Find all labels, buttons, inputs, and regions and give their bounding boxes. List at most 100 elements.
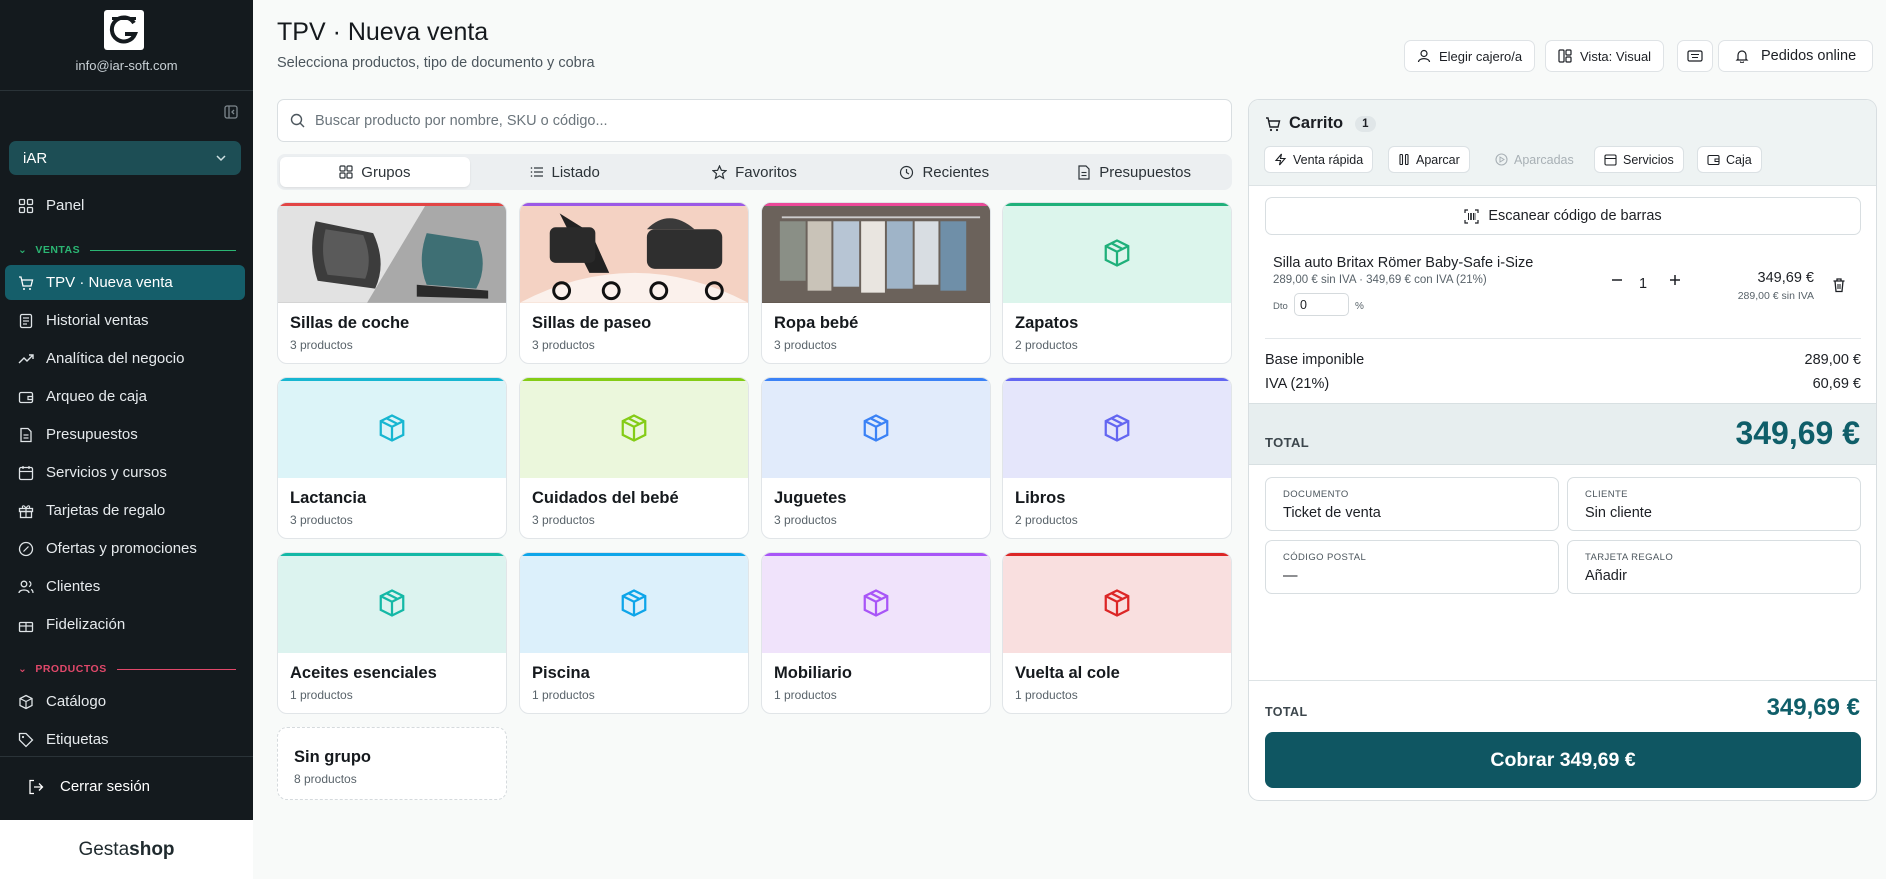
tab-favoritos[interactable]: Favoritos: [660, 157, 850, 187]
category-card-sin-grupo[interactable]: Sin grupo 8 productos: [277, 727, 507, 800]
category-photo: [762, 203, 990, 303]
category-count: 1 productos: [532, 688, 595, 702]
category-card-vuelta-cole[interactable]: Vuelta al cole 1 productos: [1002, 552, 1232, 714]
page-title: TPV · Nueva venta: [277, 18, 489, 46]
nav-servicios[interactable]: Servicios y cursos: [5, 455, 245, 490]
category-card-piscina[interactable]: Piscina 1 productos: [519, 552, 749, 714]
pause-icon: [1399, 153, 1409, 166]
category-card-juguetes[interactable]: Juguetes 3 productos: [761, 377, 991, 539]
category-name: Aceites esenciales: [290, 664, 437, 682]
tab-recientes[interactable]: Recientes: [849, 157, 1039, 187]
category-card-sillas-coche[interactable]: Sillas de coche 3 productos: [277, 202, 507, 364]
services-button[interactable]: Servicios: [1594, 146, 1684, 173]
tax-row: IVA (21%) 60,69 €: [1265, 376, 1861, 392]
nav-analitica[interactable]: Analítica del negocio: [5, 341, 245, 376]
nav-clientes[interactable]: Clientes: [5, 569, 245, 604]
scan-barcode-button[interactable]: Escanear código de barras: [1265, 197, 1861, 235]
receipt-icon: [19, 313, 33, 328]
category-name: Libros: [1015, 489, 1066, 507]
view-mode-button[interactable]: Vista: Visual: [1545, 40, 1665, 72]
subtotal-value: 289,00 €: [1804, 352, 1861, 368]
button-label: Escanear código de barras: [1488, 208, 1662, 224]
tab-label: Presupuestos: [1099, 163, 1191, 181]
package-icon: [621, 589, 647, 617]
keyboard-button[interactable]: [1677, 40, 1713, 72]
page-subtitle: Selecciona productos, tipo de documento …: [277, 55, 595, 71]
store-selector[interactable]: iAR: [9, 141, 241, 175]
category-card-zapatos[interactable]: Zapatos 2 productos: [1002, 202, 1232, 364]
category-card-mobiliario[interactable]: Mobiliario 1 productos: [761, 552, 991, 714]
button-label: Elegir cajero/a: [1439, 48, 1523, 64]
category-card-cuidados-bebe[interactable]: Cuidados del bebé 3 productos: [519, 377, 749, 539]
tab-label: Favoritos: [735, 163, 797, 181]
package-icon: [621, 414, 647, 442]
divider: [1265, 338, 1861, 339]
brand-part-b: shop: [129, 838, 175, 860]
footer-total-value: 349,69 €: [1766, 694, 1860, 721]
collapse-sidebar-icon[interactable]: [224, 105, 238, 119]
field-label: DOCUMENTO: [1283, 489, 1349, 500]
tab-label: Recientes: [922, 163, 990, 181]
gift-card-field[interactable]: TARJETA REGALO Añadir: [1567, 540, 1861, 594]
park-button[interactable]: Aparcar: [1388, 146, 1470, 173]
nav-catalogo[interactable]: Catálogo: [5, 684, 245, 719]
quick-sale-button[interactable]: Venta rápida: [1264, 146, 1374, 173]
pay-button[interactable]: Cobrar 349,69 €: [1265, 732, 1861, 788]
quantity-value: 1: [1639, 276, 1648, 292]
category-count: 3 productos: [290, 513, 353, 527]
customer-field[interactable]: CLIENTE Sin cliente: [1567, 477, 1861, 531]
tab-presupuestos[interactable]: Presupuestos: [1039, 157, 1229, 187]
line-item-total: 349,69 €: [1757, 270, 1814, 286]
nav-presupuestos[interactable]: Presupuestos: [5, 417, 245, 452]
nav-tarjetas[interactable]: Tarjetas de regalo: [5, 493, 245, 528]
online-orders-button[interactable]: Pedidos online: [1718, 40, 1874, 72]
nav-historial[interactable]: Historial ventas: [5, 303, 245, 338]
category-accent: [520, 553, 748, 556]
category-photo: [520, 203, 748, 303]
field-label: CÓDIGO POSTAL: [1283, 552, 1367, 563]
nav-fidelizacion[interactable]: Fidelización: [5, 607, 245, 642]
category-card-aceites[interactable]: Aceites esenciales 1 productos: [277, 552, 507, 714]
subtotal-row: Base imponible 289,00 €: [1265, 352, 1861, 368]
document-type-field[interactable]: DOCUMENTO Ticket de venta: [1265, 477, 1559, 531]
total-label: TOTAL: [1265, 435, 1310, 450]
nav-panel[interactable]: Panel: [5, 188, 245, 223]
tax-label: IVA (21%): [1265, 376, 1330, 392]
category-placeholder: [520, 378, 748, 478]
nav-tpv[interactable]: TPV · Nueva venta: [5, 265, 245, 300]
plus-icon[interactable]: [1667, 272, 1683, 288]
star-icon: [712, 164, 728, 180]
package-icon: [379, 589, 405, 617]
category-card-sillas-paseo[interactable]: Sillas de paseo 3 productos: [519, 202, 749, 364]
category-card-lactancia[interactable]: Lactancia 3 productos: [277, 377, 507, 539]
category-count: 2 productos: [1015, 338, 1078, 352]
category-card-libros[interactable]: Libros 2 productos: [1002, 377, 1232, 539]
product-search-input[interactable]: Buscar producto por nombre, SKU o código…: [277, 99, 1232, 142]
nav-etiquetas[interactable]: Etiquetas: [5, 722, 245, 757]
trash-icon[interactable]: [1831, 277, 1847, 293]
nav-ofertas[interactable]: Ofertas y promociones: [5, 531, 245, 566]
tab-listado[interactable]: Listado: [470, 157, 660, 187]
parked-sales-button[interactable]: Aparcadas: [1485, 146, 1584, 173]
discount-input[interactable]: 0: [1294, 293, 1349, 316]
total-value: 349,69 €: [1735, 415, 1860, 451]
category-accent: [762, 203, 990, 206]
category-placeholder: [520, 553, 748, 653]
nav-arqueo[interactable]: Arqueo de caja: [5, 379, 245, 414]
barcode-scan-icon: [1464, 208, 1479, 224]
choose-cashier-button[interactable]: Elegir cajero/a: [1404, 40, 1536, 72]
subtotal-label: Base imponible: [1265, 352, 1365, 368]
category-count: 1 productos: [1015, 688, 1078, 702]
till-button[interactable]: Caja: [1697, 146, 1762, 173]
users-icon: [18, 580, 34, 593]
minus-icon[interactable]: [1609, 272, 1625, 288]
document-icon: [1078, 164, 1090, 180]
nav-label: Historial ventas: [46, 312, 149, 329]
footer-total-label: TOTAL: [1265, 705, 1308, 719]
logout-button[interactable]: Cerrar sesión: [28, 778, 150, 795]
category-card-ropa-bebe[interactable]: Ropa bebé 3 productos: [761, 202, 991, 364]
tab-grupos[interactable]: Grupos: [280, 157, 470, 187]
button-label: Servicios: [1623, 152, 1674, 167]
postal-code-field[interactable]: CÓDIGO POSTAL —: [1265, 540, 1559, 594]
logout-icon: [29, 779, 44, 794]
